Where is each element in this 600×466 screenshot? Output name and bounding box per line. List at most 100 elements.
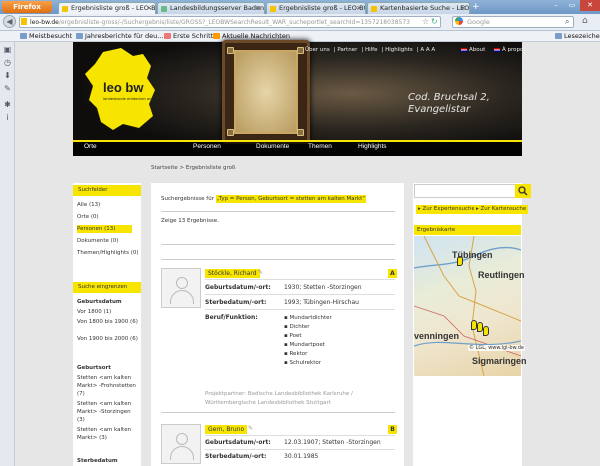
object-title[interactable]: Cod. Bruchsal 2, Evangelistar xyxy=(408,92,490,116)
bookmark-label: Lesezeichen xyxy=(564,32,600,40)
bookmark-label: Meistbesucht xyxy=(29,32,73,40)
close-icon[interactable]: × xyxy=(146,3,152,14)
tab-label: Ergebnisliste groß - LEO-BW xyxy=(71,4,156,12)
maximize-button[interactable]: ▭ xyxy=(564,0,580,11)
history-icon[interactable]: ◷ xyxy=(3,58,12,67)
close-icon[interactable]: × xyxy=(356,3,362,14)
search-icon[interactable]: ⌕ xyxy=(565,16,569,27)
tab-ergebnisliste-2[interactable]: Ergebnisliste groß - LEO-BW × xyxy=(266,2,366,14)
site-search-input[interactable] xyxy=(414,184,518,198)
font-size-control[interactable]: A A A xyxy=(420,47,435,53)
filter-themen-highlights[interactable]: Themen/Highlights (0) xyxy=(77,249,139,257)
person-name-link[interactable]: Stöckle, Richard xyxy=(205,269,260,278)
geburt-label: Geburtsdatum/-ort: xyxy=(205,284,271,291)
geburt-value: 12.03.1907; Stetten -Storzingen xyxy=(284,439,381,446)
filter-alle[interactable]: Alle (13) xyxy=(77,201,139,209)
uk-flag-icon xyxy=(461,47,467,52)
nav-themen[interactable]: Themen xyxy=(308,143,332,150)
beruf-text: Mundartdichter xyxy=(289,315,332,321)
map-search-link[interactable]: ▸ Zur Kartensuche xyxy=(474,205,529,214)
site-search-button[interactable] xyxy=(515,184,531,198)
tab-kartensuche[interactable]: Kartenbasierte Suche - LEO-BW× xyxy=(367,2,470,14)
nav-personen[interactable]: Personen xyxy=(193,143,221,150)
leo-bw-logo[interactable]: leo bw landeskunde entdecken online xyxy=(73,44,168,134)
divider xyxy=(161,244,395,245)
beruf-item: ▪ Poet xyxy=(284,333,302,339)
person-placeholder-image[interactable] xyxy=(161,424,201,464)
download-icon[interactable]: ⬇ xyxy=(3,71,12,80)
object-title-line1: Cod. Bruchsal 2, xyxy=(408,92,490,103)
reload-icon[interactable]: ↻ xyxy=(431,16,438,27)
filter-1800-1900[interactable]: Von 1800 bis 1900 (6) xyxy=(77,318,139,326)
breadcrumb[interactable]: Startseite > Ergebnisliste groß xyxy=(151,165,235,171)
sidebar-icon[interactable]: ▣ xyxy=(3,45,12,54)
nav-highlights-main[interactable]: Highlights xyxy=(358,143,387,150)
close-icon[interactable]: × xyxy=(460,3,466,14)
firefox-icon xyxy=(164,33,171,39)
bookmarks-menu[interactable]: Lesezeichen xyxy=(555,31,600,42)
puzzle-icon[interactable]: ✎ xyxy=(3,84,12,93)
filter-storzingen[interactable]: Stetten <am kalten Markt> -Storzingen (3… xyxy=(77,400,139,424)
logo-subtitle: landeskunde entdecken online xyxy=(103,97,159,101)
url-bar[interactable]: leo-bw.de/ergebnisliste-gross/-/Sucherge… xyxy=(19,16,441,28)
filter-stetten[interactable]: Stetten <am kalten Markt> (3) xyxy=(77,426,139,442)
search-input[interactable]: Google xyxy=(452,16,574,28)
nav-orte[interactable]: Orte xyxy=(84,143,97,150)
beruf-item: ▪ Schulrektor xyxy=(284,360,321,366)
close-icon[interactable]: × xyxy=(255,3,261,14)
person-placeholder-image[interactable] xyxy=(161,268,201,308)
avatar-head xyxy=(176,433,188,445)
nav-partner[interactable]: Partner xyxy=(337,47,357,53)
geburtsdatum-title: Geburtsdatum xyxy=(77,299,122,305)
expert-search-link[interactable]: ▸ Zur Expertensuche xyxy=(416,205,477,214)
new-tab-button[interactable]: + xyxy=(472,3,480,12)
firefox-menu-button[interactable]: Firefox xyxy=(2,1,52,13)
filter-dokumente[interactable]: Dokumente (0) xyxy=(77,237,139,245)
nav-ueber-uns[interactable]: Über uns xyxy=(305,47,330,53)
site-identity-icon[interactable] xyxy=(21,18,27,25)
bookmark-erste-schritte[interactable]: Erste Schritte xyxy=(164,31,217,42)
gear-icon[interactable]: ✱ xyxy=(3,100,12,109)
filter-1900-2000[interactable]: Von 1900 bis 2000 (6) xyxy=(77,335,139,343)
window-close-button[interactable]: ✕ xyxy=(580,0,600,11)
tab-label: Kartenbasierte Suche - LEO-BW xyxy=(380,4,470,12)
map-marker-letter[interactable]: A xyxy=(388,269,397,278)
book-gem xyxy=(227,47,234,54)
avatar-head xyxy=(176,277,188,289)
sterbedatum-title: Sterbedatum xyxy=(77,458,118,464)
back-button[interactable]: ◀ xyxy=(3,15,16,28)
expert-search-label: Zur Expertensuche xyxy=(422,206,475,212)
nav-hilfe[interactable]: Hilfe xyxy=(365,47,378,53)
nav-highlights[interactable]: Highlights xyxy=(385,47,413,53)
filter-personen[interactable]: Personen (13) xyxy=(77,225,132,233)
person-name-link[interactable]: Gern, Bruno xyxy=(205,425,248,434)
sterbe-label: Sterbedatum/-ort: xyxy=(205,299,267,306)
info-icon[interactable]: i xyxy=(3,113,12,122)
map-marker[interactable] xyxy=(483,326,489,336)
bookmark-jahresberichte[interactable]: Jahresberichte für deu... xyxy=(76,31,163,42)
filter-vor-1800[interactable]: Vor 1800 (1) xyxy=(77,308,139,316)
edit-icon[interactable]: ✎ xyxy=(258,269,263,276)
tab-label: Ergebnisliste groß - LEO-BW xyxy=(279,4,366,12)
tab-ergebnisliste-1[interactable]: Ergebnisliste groß - LEO-BW × xyxy=(58,2,156,14)
apropos-link[interactable]: À propos xyxy=(494,47,526,53)
eingrenzen-header: Suche eingrenzen xyxy=(73,282,141,293)
nav-dokumente[interactable]: Dokumente xyxy=(256,143,289,150)
geburt-value: 1930; Stetten -Storzingen xyxy=(284,284,362,291)
book-gem xyxy=(227,129,234,136)
map-label-reutlingen: Reutlingen xyxy=(478,270,525,280)
about-link[interactable]: About xyxy=(461,47,485,53)
tab-landesbildungsserver[interactable]: Landesbildungsserver Baden-Württe...× xyxy=(157,2,265,14)
minimize-button[interactable]: – xyxy=(548,0,564,11)
filter-orte[interactable]: Orte (0) xyxy=(77,213,139,221)
edit-icon[interactable]: ✎ xyxy=(248,425,253,432)
bookmark-meistbesucht[interactable]: Meistbesucht xyxy=(20,31,72,42)
filter-frohnstetten[interactable]: Stetten <am kalten Markt> -Frohnstetten … xyxy=(77,374,139,398)
beruf-item: ▪ Mundartdichter xyxy=(284,315,332,321)
logo-text: leo bw xyxy=(103,80,144,95)
geburtsort-title: Geburtsort xyxy=(77,365,111,371)
url-path: /ergebnisliste-gross/-/Suchergebnis/list… xyxy=(58,19,410,26)
bookmark-star-icon[interactable]: ☆ xyxy=(422,16,429,27)
home-icon[interactable]: ⌂ xyxy=(582,16,588,27)
map-marker-letter[interactable]: B xyxy=(388,425,397,434)
